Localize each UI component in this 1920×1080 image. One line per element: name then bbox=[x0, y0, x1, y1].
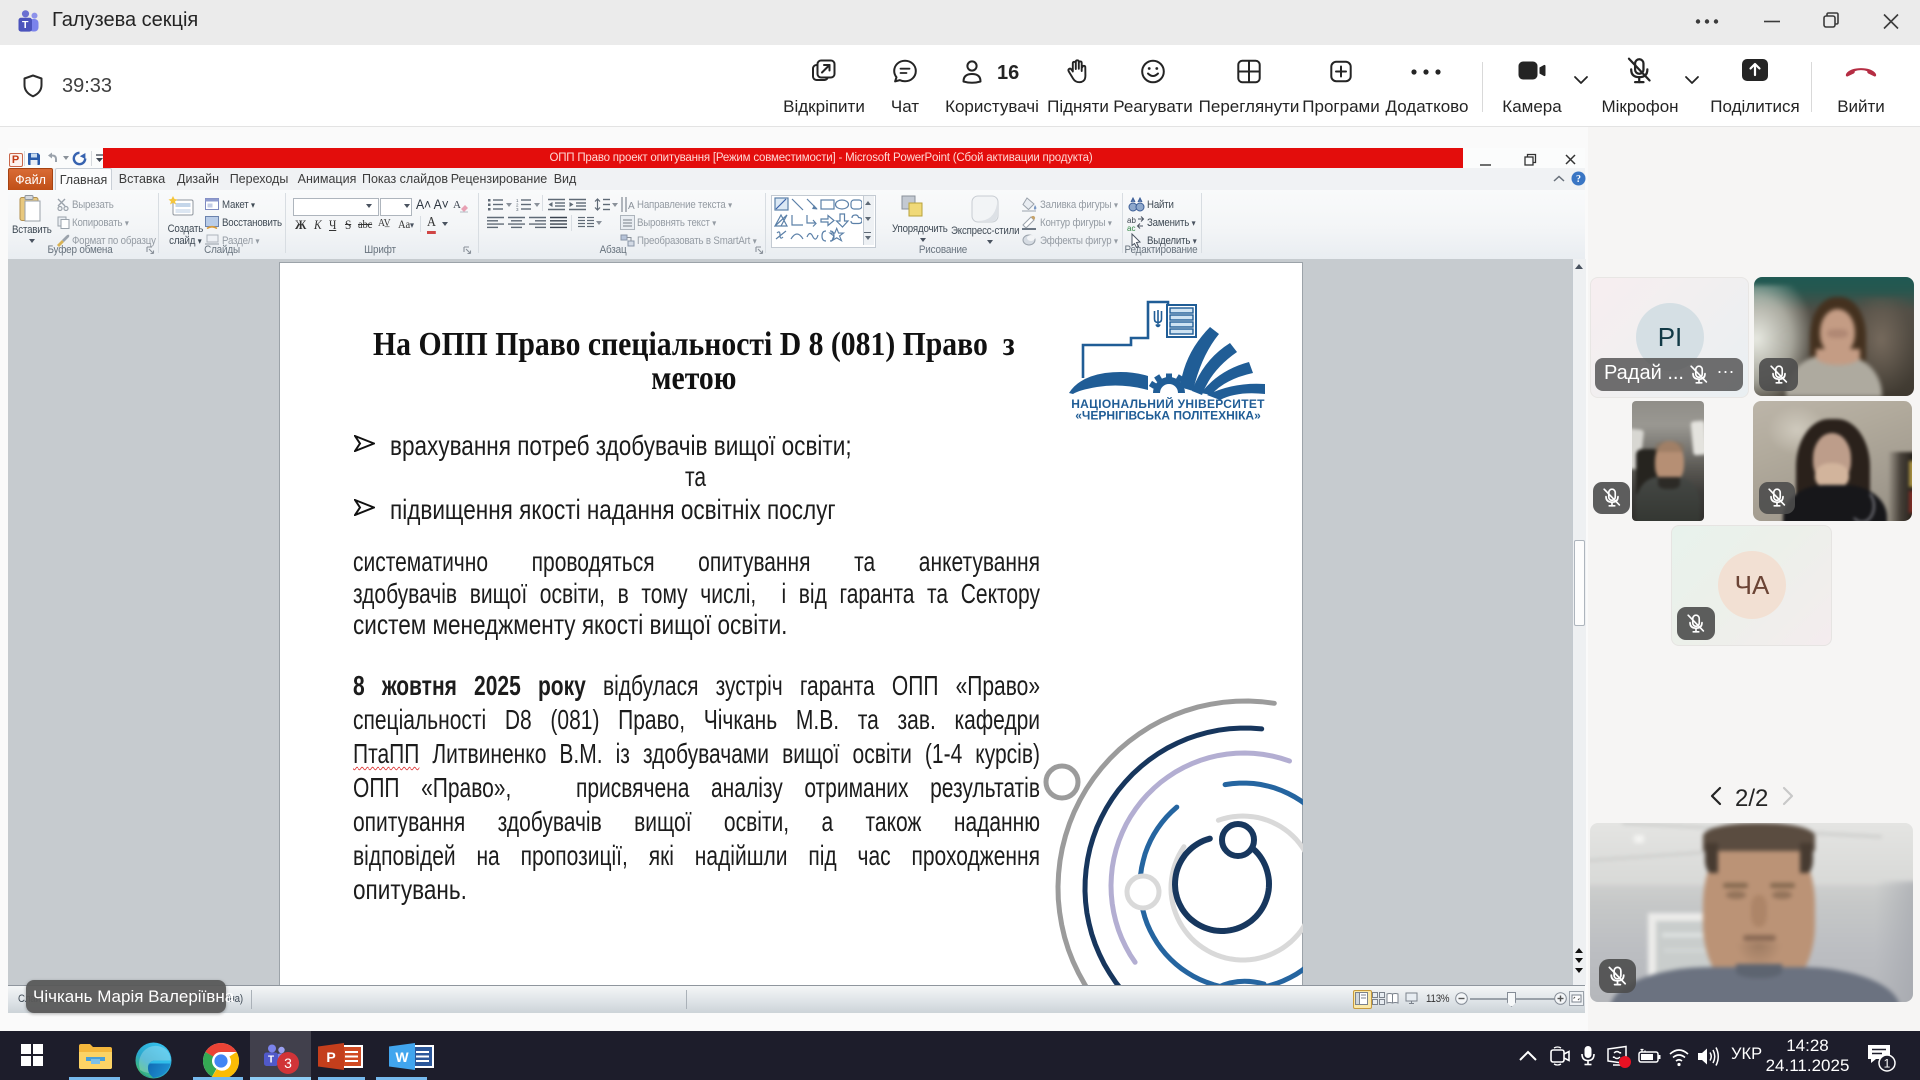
svg-text:T: T bbox=[22, 19, 29, 31]
svg-text:P: P bbox=[326, 1049, 335, 1065]
svg-text:A: A bbox=[628, 201, 635, 212]
svg-text:3: 3 bbox=[516, 207, 519, 211]
svg-text:A: A bbox=[453, 199, 461, 211]
svg-text:W: W bbox=[395, 1049, 409, 1065]
svg-text:1: 1 bbox=[1884, 1057, 1891, 1071]
svg-text:T: T bbox=[268, 1055, 274, 1066]
svg-text:«ЧЕРНІГІВСЬКА ПОЛІТЕХНІКА»: «ЧЕРНІГІВСЬКА ПОЛІТЕХНІКА» bbox=[1075, 409, 1261, 421]
svg-text:ac: ac bbox=[1127, 224, 1135, 231]
svg-text:?: ? bbox=[1576, 174, 1581, 185]
